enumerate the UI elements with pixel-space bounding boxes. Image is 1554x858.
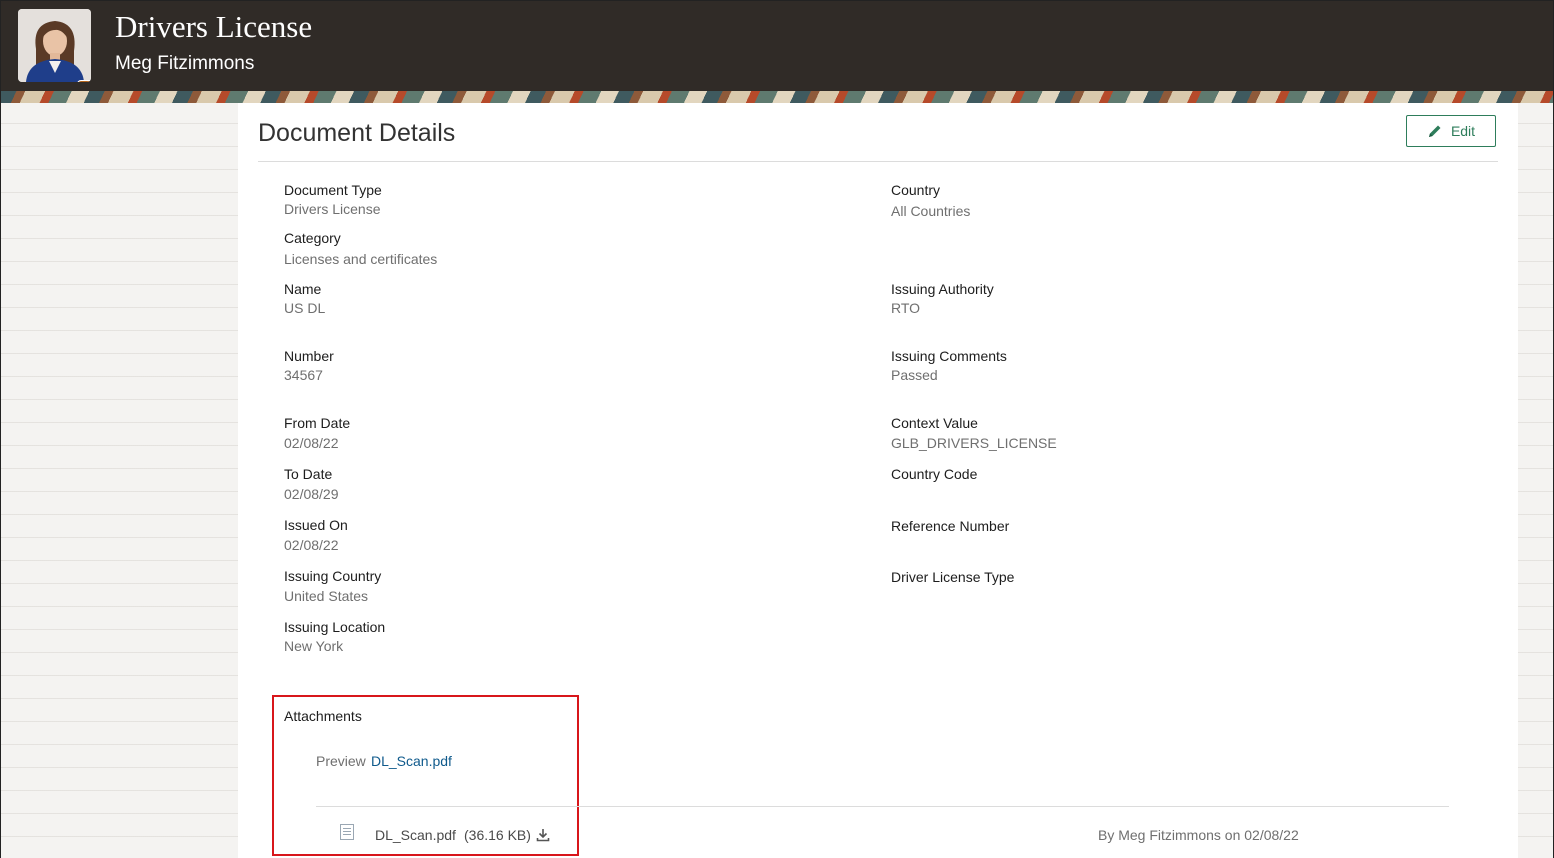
field-country-code: Country Code bbox=[891, 465, 977, 485]
field-label: Driver License Type bbox=[891, 569, 1015, 585]
field-label: From Date bbox=[284, 415, 351, 431]
page-header: ••• Drivers License Meg Fitzimmons bbox=[1, 1, 1553, 91]
attachments-title: Attachments bbox=[284, 708, 362, 724]
field-label: Issuing Authority bbox=[891, 281, 994, 297]
field-value: 02/08/22 bbox=[284, 435, 339, 451]
document-details-card: Document Details Edit Document Type Driv… bbox=[238, 103, 1518, 858]
field-label: Country bbox=[891, 182, 941, 198]
field-issuing-country: Issuing Country United States bbox=[284, 567, 381, 605]
person-name: Meg Fitzimmons bbox=[115, 53, 255, 74]
background-pattern-right bbox=[1518, 103, 1553, 858]
field-value: United States bbox=[284, 588, 369, 604]
attachment-file-name[interactable]: DL_Scan.pdf bbox=[375, 827, 456, 843]
attachment-file-size: (36.16 KB) bbox=[464, 827, 531, 843]
field-value: 02/08/22 bbox=[284, 537, 339, 553]
field-issuing-authority: Issuing Authority RTO bbox=[891, 280, 994, 317]
decorative-banner bbox=[1, 91, 1553, 103]
field-value: Drivers License bbox=[284, 201, 381, 217]
field-label: Issuing Location bbox=[284, 619, 386, 635]
field-label: Issued On bbox=[284, 517, 348, 533]
field-label: Issuing Comments bbox=[891, 348, 1007, 364]
field-label: Country Code bbox=[891, 466, 978, 482]
field-category: Category Licenses and certificates bbox=[284, 229, 437, 268]
field-value: GLB_DRIVERS_LICENSE bbox=[891, 435, 1057, 451]
field-label: Number bbox=[284, 348, 334, 364]
field-driver-license-type: Driver License Type bbox=[891, 568, 1014, 588]
header-divider bbox=[258, 161, 1498, 162]
field-from-date: From Date 02/08/22 bbox=[284, 414, 350, 452]
section-title: Document Details bbox=[258, 119, 456, 147]
field-label: Document Type bbox=[284, 182, 382, 198]
field-issuing-location: Issuing Location New York bbox=[284, 618, 385, 655]
download-icon[interactable] bbox=[536, 828, 550, 842]
field-country: Country All Countries bbox=[891, 181, 970, 220]
field-context-value: Context Value GLB_DRIVERS_LICENSE bbox=[891, 414, 1057, 452]
field-value: 02/08/29 bbox=[284, 486, 339, 502]
field-label: Category bbox=[284, 230, 341, 246]
field-value: Passed bbox=[891, 367, 938, 383]
field-value: 34567 bbox=[284, 367, 323, 383]
avatar[interactable]: ••• bbox=[18, 9, 91, 82]
person-portrait-icon bbox=[18, 9, 91, 82]
preview-label: Preview bbox=[316, 753, 366, 769]
document-icon bbox=[340, 824, 354, 840]
preview-link[interactable]: DL_Scan.pdf bbox=[371, 753, 452, 769]
edit-button-label: Edit bbox=[1450, 123, 1476, 139]
page-title: Drivers License bbox=[115, 9, 313, 44]
field-value: Licenses and certificates bbox=[284, 251, 438, 267]
attachment-uploaded-by: By Meg Fitzimmons on 02/08/22 bbox=[1098, 827, 1299, 843]
attachment-divider bbox=[316, 806, 1449, 807]
field-issuing-comments: Issuing Comments Passed bbox=[891, 347, 1007, 384]
field-name: Name US DL bbox=[284, 280, 325, 317]
field-value: RTO bbox=[891, 300, 921, 316]
field-value: US DL bbox=[284, 300, 326, 316]
field-value: New York bbox=[284, 638, 344, 654]
edit-button[interactable]: Edit bbox=[1406, 115, 1496, 147]
field-reference-number: Reference Number bbox=[891, 517, 1009, 537]
field-label: Context Value bbox=[891, 415, 978, 431]
field-number: Number 34567 bbox=[284, 347, 334, 384]
pencil-icon bbox=[1428, 125, 1441, 137]
field-issued-on: Issued On 02/08/22 bbox=[284, 516, 348, 554]
field-to-date: To Date 02/08/29 bbox=[284, 465, 339, 503]
field-label: Reference Number bbox=[891, 518, 1010, 534]
avatar-more-badge[interactable]: ••• bbox=[77, 80, 91, 82]
field-label: Name bbox=[284, 281, 322, 297]
field-label: Issuing Country bbox=[284, 568, 382, 584]
field-value: All Countries bbox=[891, 203, 971, 219]
field-document-type: Document Type Drivers License bbox=[284, 181, 382, 218]
field-label: To Date bbox=[284, 466, 333, 482]
background-pattern-left bbox=[1, 103, 238, 858]
